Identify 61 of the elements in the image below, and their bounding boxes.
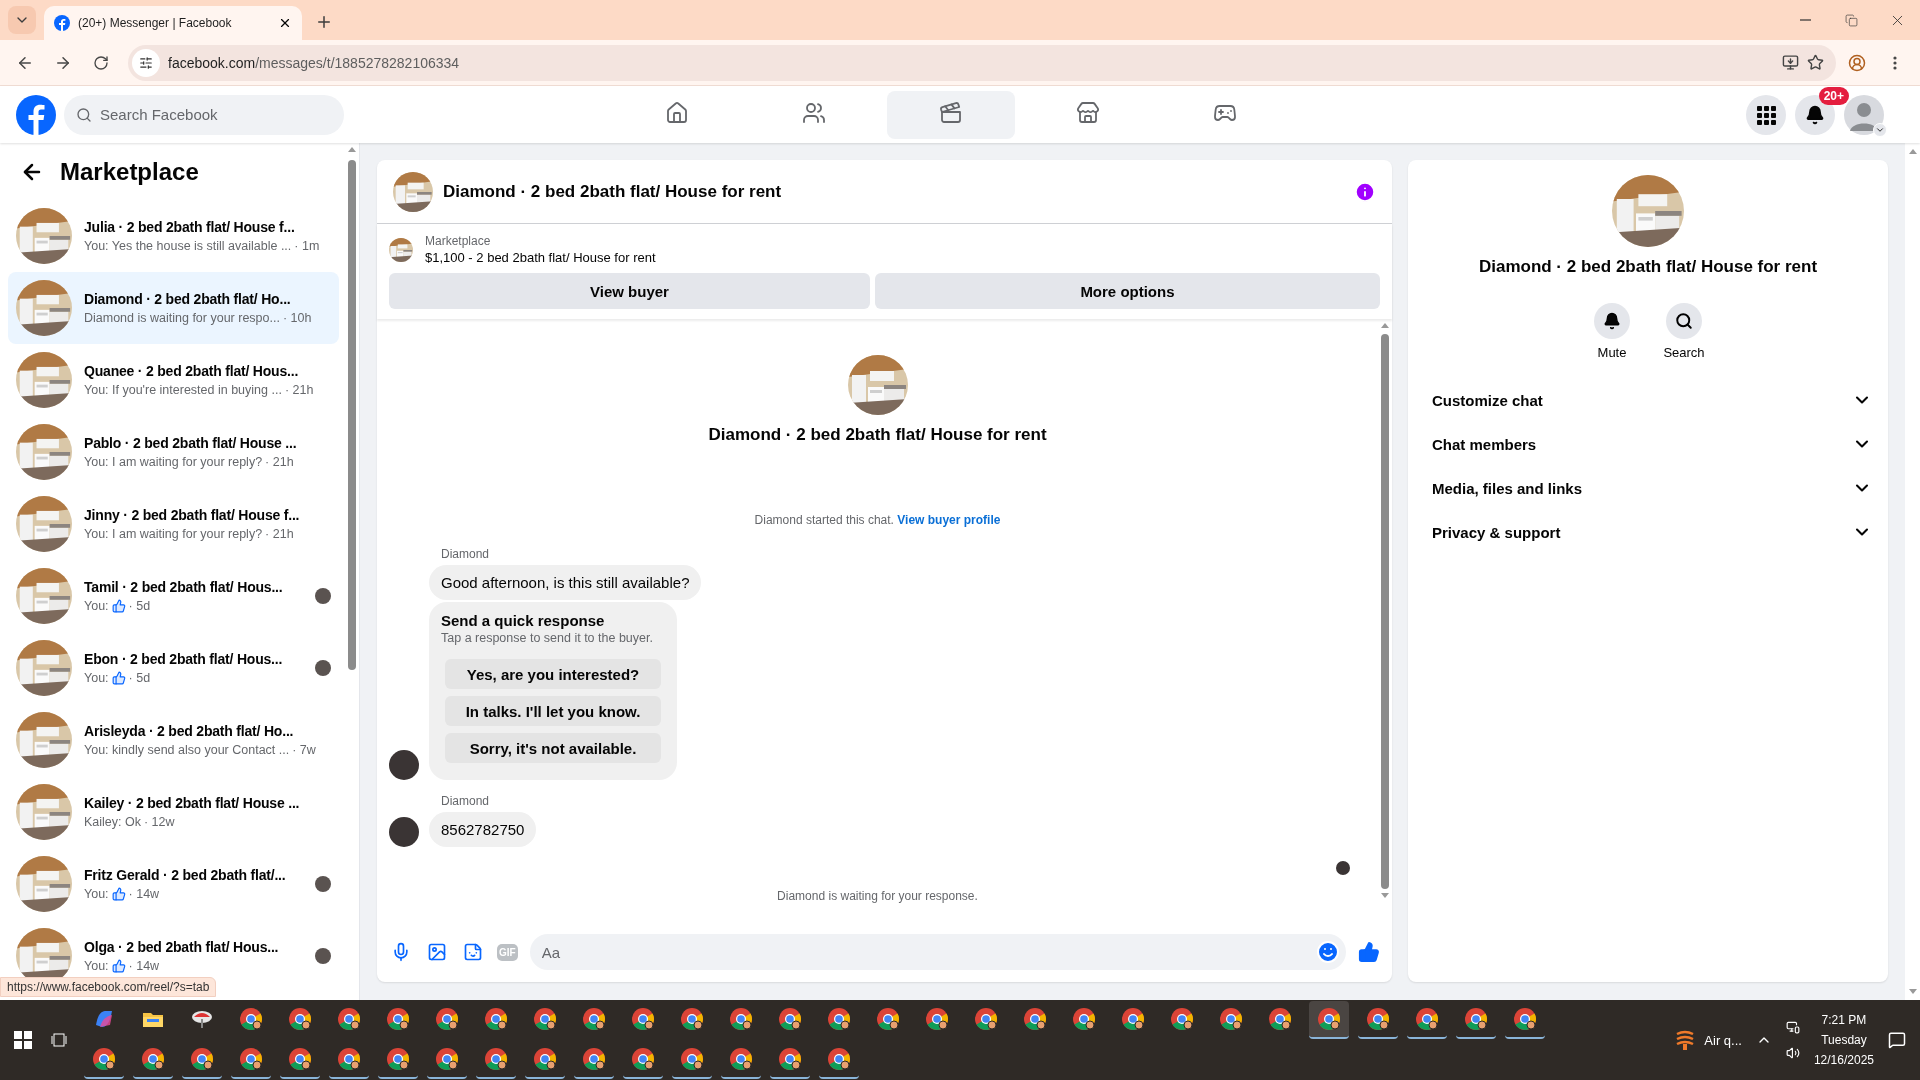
message-time: · 21h [265,527,294,541]
clock-date: 12/16/2025 [1813,1053,1874,1067]
accordion-label: Chat members [1432,435,1537,453]
conversation-name: Kailey · 2 bed 2bath flat/ House ... [84,795,301,811]
message-preview: You: [84,671,109,685]
message-preview: You: If you're interested in buying ... [84,383,282,397]
message-time: · 5d [128,599,151,613]
notification-badge: 20+ [1818,86,1849,105]
conversation-name: Diamond · 2 bed 2bath flat/ Ho... [84,291,292,307]
message-preview: You: I am waiting for your reply? [84,527,263,541]
conversation-name: Olga · 2 bed 2bath flat/ Hous... [84,939,280,955]
message-preview: Kailey: Ok [84,815,141,829]
conversation-name: Pablo · 2 bed 2bath flat/ House ... [84,435,298,451]
conversation-name: Arisleyda · 2 bed 2bath flat/ Ho... [84,723,295,739]
message-preview: You: [84,887,109,901]
listing-title: $1,100 - 2 bed 2bath flat/ House for rent [425,250,656,265]
message-time: · 14w [128,959,160,973]
message-preview: You: kindly send also your Contact ... [84,743,290,757]
conversation-name: Fritz Gerald · 2 bed 2bath flat/... [84,867,287,883]
conversation-name: Jinny · 2 bed 2bath flat/ House f... [84,507,301,523]
message-time: · 5d [128,671,151,685]
sidebar-title: Marketplace [60,157,199,186]
tab-title: (20+) Messenger | Facebook [78,16,233,30]
accordion-label: Customize chat [1432,391,1543,409]
quick-response-title: Send a quick response [441,612,606,629]
accordion-label: Privacy & support [1432,523,1561,541]
chat-started-notice: Diamond started this chat. View buyer profile [754,513,1001,527]
sender-name: Diamond [441,547,491,561]
message-preview: You: [84,959,109,973]
sender-name: Diamond [441,794,491,808]
message-preview: You: I am waiting for your reply? [84,455,263,469]
clock-time: 7:21 PM [1821,1013,1867,1027]
message-preview: You: Yes the house is still available ... [84,239,292,253]
message-time: · 12w [143,815,175,829]
conversation-title: Diamond · 2 bed 2bath flat/ House for rent [1478,257,1818,277]
message-bubble: Good afternoon, is this still available? [429,565,702,600]
listing-label: Marketplace [425,234,492,248]
conversation-name: Ebon · 2 bed 2bath flat/ Hous... [84,651,284,667]
message-preview: You: [84,599,109,613]
message-bubble: 8562782750 [429,812,537,847]
clock-day: Tuesday [1821,1033,1867,1047]
url-status-tooltip: https://www.facebook.com/reel/?s=tab [0,977,217,997]
conversation-name: Tamil · 2 bed 2bath flat/ Hous... [84,579,284,595]
conversation-name: Julia · 2 bed 2bath flat/ House f... [84,219,296,235]
accordion-label: Media, files and links [1432,479,1583,497]
url-text: facebook.com/messages/t/1885278282106334 [168,54,461,71]
message-time: · 21h [265,455,294,469]
conversation-name: Quanee · 2 bed 2bath flat/ Hous... [84,363,300,379]
quick-response-hint: Tap a response to send it to the buyer. [441,631,654,645]
message-time: · 21h [284,383,314,397]
message-time: · 1m [294,239,320,253]
waiting-notice: Diamond is waiting for your response. [777,889,978,903]
weather-text: Air q... [1704,1032,1742,1048]
message-time: · 10h [282,311,312,325]
message-preview: Diamond is waiting for your respo... [84,311,280,325]
message-time: · 14w [128,887,160,901]
action-label: Search [1663,345,1705,360]
chat-title: Diamond · 2 bed 2bath flat/ House for rent [443,181,782,202]
chat-intro-title: Diamond · 2 bed 2bath flat/ House for rent [708,425,1047,445]
action-label: Mute [1597,345,1627,360]
message-time: · 7w [292,743,316,757]
